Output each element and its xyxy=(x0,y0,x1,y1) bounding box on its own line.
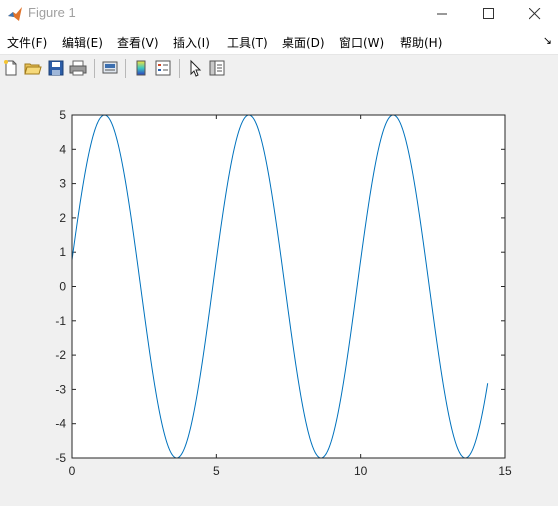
menu-desktop[interactable]: 桌面(D) xyxy=(282,34,325,51)
new-figure-icon[interactable] xyxy=(2,59,20,77)
y-tick-label: 5 xyxy=(59,108,66,122)
edit-plot-icon[interactable] xyxy=(186,59,204,77)
title-bar: Figure 1 xyxy=(0,0,558,28)
menu-window[interactable]: 窗口(W) xyxy=(339,34,384,51)
y-tick-label: 0 xyxy=(59,280,66,294)
y-tick-label: 1 xyxy=(59,245,66,259)
maximize-icon xyxy=(483,8,494,19)
x-tick-label: 0 xyxy=(69,464,76,478)
y-tick-label: -4 xyxy=(55,417,66,431)
save-icon[interactable] xyxy=(47,59,65,77)
toolbar xyxy=(0,54,558,83)
toolbar-separator xyxy=(94,59,95,78)
menu-file[interactable]: 文件(F) xyxy=(7,34,47,51)
axes-background xyxy=(72,115,505,458)
menu-tools[interactable]: 工具(T) xyxy=(227,34,268,51)
matlab-logo-icon xyxy=(8,7,22,21)
window-title: Figure 1 xyxy=(28,5,76,20)
y-tick-label: -5 xyxy=(55,451,66,465)
menu-help[interactable]: 帮助(H) xyxy=(400,34,442,51)
y-tick-label: -2 xyxy=(55,348,66,362)
y-tick-label: -1 xyxy=(55,314,66,328)
legend-icon[interactable] xyxy=(154,59,172,77)
x-tick-label: 5 xyxy=(213,464,220,478)
colorbar-icon[interactable] xyxy=(132,59,150,77)
menu-overflow-icon[interactable]: ↘ xyxy=(543,34,552,47)
figure-canvas: -5 -4 -3 -2 -1 0 1 2 3 4 5 0 5 10 15 xyxy=(0,82,558,502)
menu-insert[interactable]: 插入(I) xyxy=(173,34,210,51)
y-tick-label: 2 xyxy=(59,211,66,225)
close-icon xyxy=(529,8,541,20)
property-editor-icon[interactable] xyxy=(208,59,226,77)
menu-bar: 文件(F) 编辑(E) 查看(V) 插入(I) 工具(T) 桌面(D) 窗口(W… xyxy=(0,28,558,54)
print-preview-icon[interactable] xyxy=(101,59,119,77)
x-tick-label: 15 xyxy=(498,464,512,478)
y-tick-label: -3 xyxy=(55,382,66,396)
y-tick-label: 4 xyxy=(59,142,66,156)
maximize-button[interactable] xyxy=(466,0,512,28)
open-file-icon[interactable] xyxy=(24,59,42,77)
toolbar-separator xyxy=(125,59,126,78)
minimize-button[interactable] xyxy=(420,0,466,28)
minimize-icon xyxy=(437,13,447,15)
close-button[interactable] xyxy=(512,0,558,28)
x-tick-label: 10 xyxy=(354,464,368,478)
line-chart: -5 -4 -3 -2 -1 0 1 2 3 4 5 0 5 10 15 xyxy=(55,108,512,478)
toolbar-separator xyxy=(179,59,180,78)
menu-edit[interactable]: 编辑(E) xyxy=(62,34,103,51)
y-tick-label: 3 xyxy=(59,177,66,191)
menu-view[interactable]: 查看(V) xyxy=(117,34,159,51)
print-icon[interactable] xyxy=(69,59,87,77)
